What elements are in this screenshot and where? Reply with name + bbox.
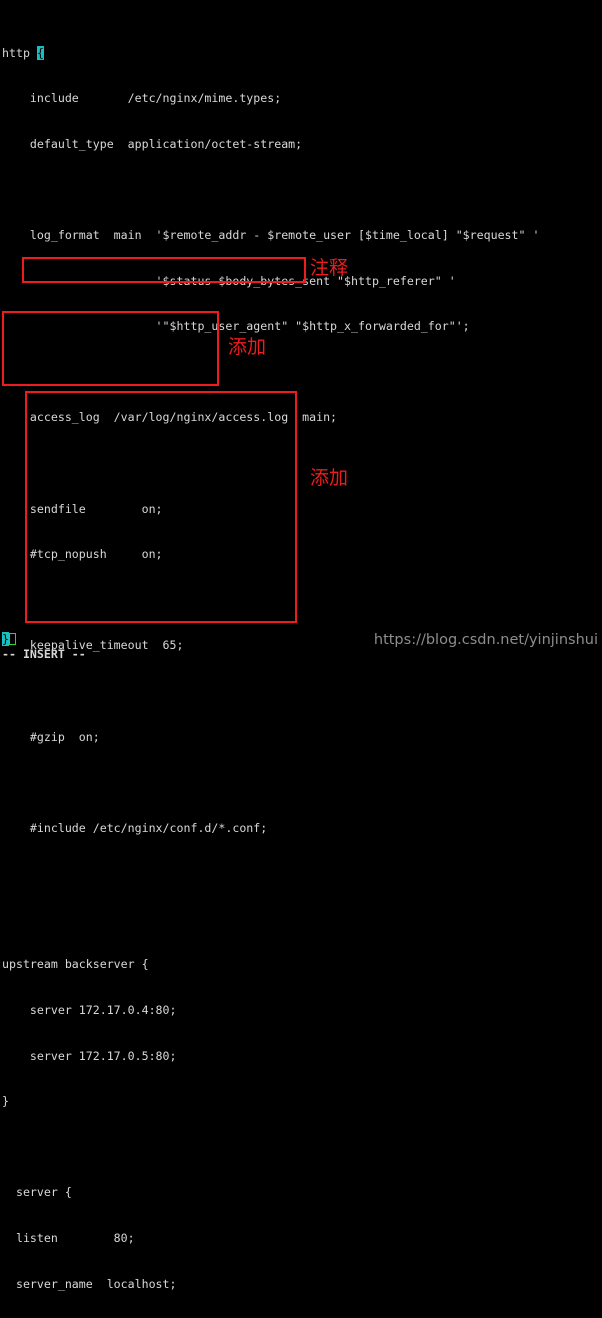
text-cursor bbox=[8, 633, 16, 645]
code-line-server-name: server_name localhost; bbox=[2, 1276, 177, 1291]
code-line-server-open: server { bbox=[2, 1185, 72, 1200]
code-line: #gzip on; bbox=[2, 729, 100, 744]
code-line: http { bbox=[0, 45, 602, 61]
annotation-label-add-upstream: 添加 bbox=[228, 336, 267, 358]
matching-brace-highlight: } bbox=[2, 632, 9, 646]
terminal-text-area[interactable]: http { include /etc/nginx/mime.types; de… bbox=[0, 0, 602, 1291]
code-line-listen: listen 80; bbox=[2, 1231, 135, 1246]
code-line: sendfile on; bbox=[2, 501, 163, 516]
code-line: default_type application/octet-stream; bbox=[2, 136, 303, 151]
code-line-upstream-server-2: server 172.17.0.5:80; bbox=[2, 1048, 177, 1063]
code-text: http bbox=[2, 45, 37, 60]
annotation-label-add-server: 添加 bbox=[310, 467, 349, 489]
code-line-http-close: } bbox=[2, 632, 16, 647]
code-line-include-commented: #include /etc/nginx/conf.d/*.conf; bbox=[2, 820, 268, 835]
code-line: '$status $body_bytes_sent "$http_referer… bbox=[2, 273, 456, 288]
code-line: #tcp_nopush on; bbox=[2, 547, 163, 562]
watermark-url: https://blog.csdn.net/yinjinshui bbox=[373, 632, 598, 648]
code-line-upstream-close: } bbox=[2, 1094, 9, 1109]
code-line-upstream-server-1: server 172.17.0.4:80; bbox=[2, 1003, 177, 1018]
annotation-label-comment: 注释 bbox=[310, 257, 349, 279]
code-line: log_format main '$remote_addr - $remote_… bbox=[2, 227, 540, 242]
code-line: '"$http_user_agent" "$http_x_forwarded_f… bbox=[2, 319, 470, 334]
code-line: include /etc/nginx/mime.types; bbox=[2, 91, 282, 106]
code-line-upstream-open: upstream backserver { bbox=[2, 957, 149, 972]
code-line: access_log /var/log/nginx/access.log mai… bbox=[2, 410, 338, 425]
matching-brace-highlight: { bbox=[36, 45, 44, 60]
vim-mode-status: -- INSERT -- bbox=[2, 647, 86, 661]
